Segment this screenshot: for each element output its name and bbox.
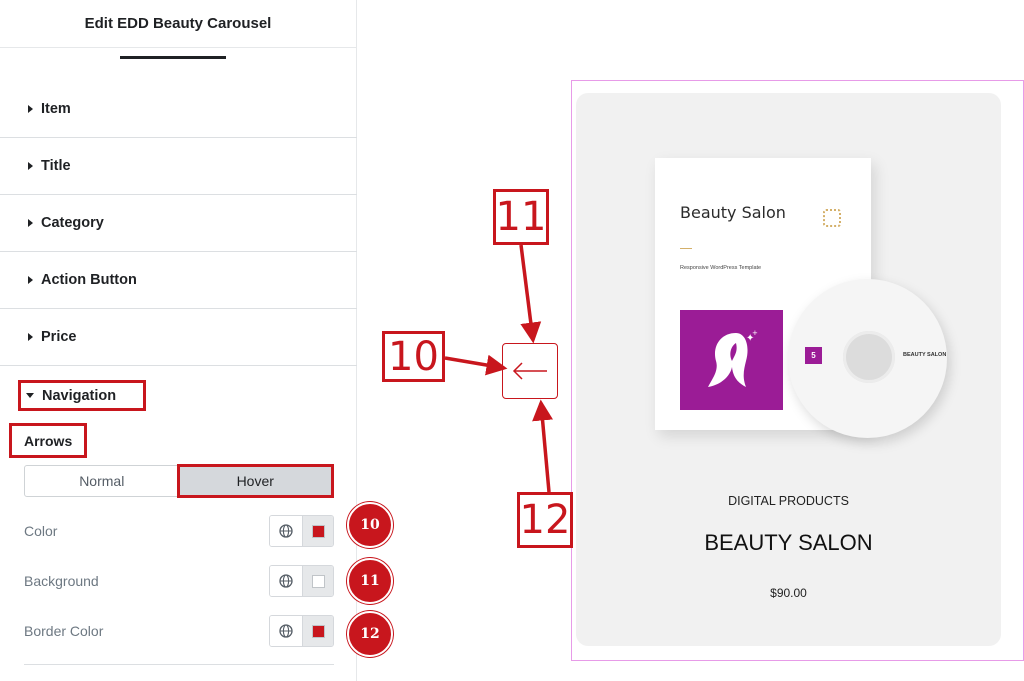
- background-control: Background: [24, 565, 334, 597]
- pointer-11: [519, 244, 542, 344]
- product-title[interactable]: BEAUTY SALON: [576, 530, 1001, 556]
- arrow-left-icon: [512, 362, 547, 380]
- panel-tab-strip: [0, 48, 356, 60]
- step-badge-10: 10: [347, 502, 393, 548]
- cd-logo: 5: [805, 347, 822, 364]
- global-colors-button[interactable]: [270, 616, 303, 646]
- section-navigation[interactable]: Navigation: [18, 380, 146, 411]
- cd-center: [843, 331, 895, 383]
- background-swatch-button[interactable]: [303, 566, 333, 596]
- border-color-picker-group: [269, 615, 334, 647]
- arrows-subheading: Arrows: [9, 423, 87, 458]
- background-swatch: [311, 574, 325, 588]
- caret-right-icon: [28, 219, 33, 227]
- color-swatch: [311, 524, 325, 538]
- tab-hover[interactable]: Hover: [176, 464, 334, 498]
- border-color-label: Border Color: [24, 623, 104, 639]
- callout-11: 11: [493, 189, 549, 245]
- globe-icon: [279, 624, 293, 638]
- divider: [24, 664, 334, 665]
- caret-right-icon: [28, 162, 33, 170]
- section-navigation-label: Navigation: [42, 387, 117, 404]
- color-picker-group: [269, 515, 334, 547]
- cd-label: BEAUTY SALON: [903, 352, 947, 358]
- carousel-prev-arrow[interactable]: [502, 343, 558, 399]
- section-title-label: Title: [41, 158, 71, 174]
- step-badge-12: 12: [347, 611, 393, 657]
- section-action-button-label: Action Button: [41, 272, 137, 288]
- step-badge-11: 11: [347, 558, 393, 604]
- mockup-divider: [680, 248, 692, 249]
- color-swatch-button[interactable]: [303, 516, 333, 546]
- color-label: Color: [24, 523, 58, 539]
- section-category[interactable]: Category: [0, 195, 357, 252]
- panel-title: Edit EDD Beauty Carousel: [84, 15, 272, 32]
- section-item[interactable]: Item: [0, 81, 357, 138]
- border-color-swatch-button[interactable]: [303, 616, 333, 646]
- beauty-face-logo: ✦ +: [680, 310, 783, 410]
- mockup-title: Beauty Salon: [680, 203, 786, 222]
- ornament-icon: [823, 209, 841, 227]
- border-color-control: Border Color: [24, 615, 334, 647]
- section-action-button[interactable]: Action Button: [0, 252, 357, 309]
- state-switcher: Normal Hover: [24, 464, 334, 498]
- callout-12: 12: [517, 492, 573, 548]
- product-category[interactable]: DIGITAL PRODUCTS: [576, 494, 1001, 508]
- background-label: Background: [24, 573, 99, 589]
- section-title[interactable]: Title: [0, 138, 357, 195]
- tab-normal[interactable]: Normal: [25, 466, 179, 496]
- caret-right-icon: [28, 105, 33, 113]
- pointer-12: [532, 399, 554, 493]
- product-price: $90.00: [770, 586, 807, 600]
- background-picker-group: [269, 565, 334, 597]
- woman-silhouette-icon: ✦ +: [707, 329, 758, 387]
- color-control: Color: [24, 515, 334, 547]
- callout-10: 10: [382, 331, 445, 382]
- border-color-swatch: [311, 624, 325, 638]
- section-item-label: Item: [41, 101, 71, 117]
- global-colors-button[interactable]: [270, 566, 303, 596]
- active-tab-indicator: [120, 56, 226, 59]
- section-category-label: Category: [41, 215, 104, 231]
- svg-text:+: +: [752, 329, 758, 337]
- section-price-label: Price: [41, 329, 77, 345]
- mockup-subtitle: Responsive WordPress Template: [680, 265, 762, 271]
- global-colors-button[interactable]: [270, 516, 303, 546]
- caret-down-icon: [26, 393, 34, 398]
- caret-right-icon: [28, 276, 33, 284]
- globe-icon: [279, 574, 293, 588]
- pointer-10: [444, 354, 508, 376]
- caret-right-icon: [28, 333, 33, 341]
- panel-header: Edit EDD Beauty Carousel: [0, 0, 356, 48]
- globe-icon: [279, 524, 293, 538]
- section-price[interactable]: Price: [0, 309, 357, 366]
